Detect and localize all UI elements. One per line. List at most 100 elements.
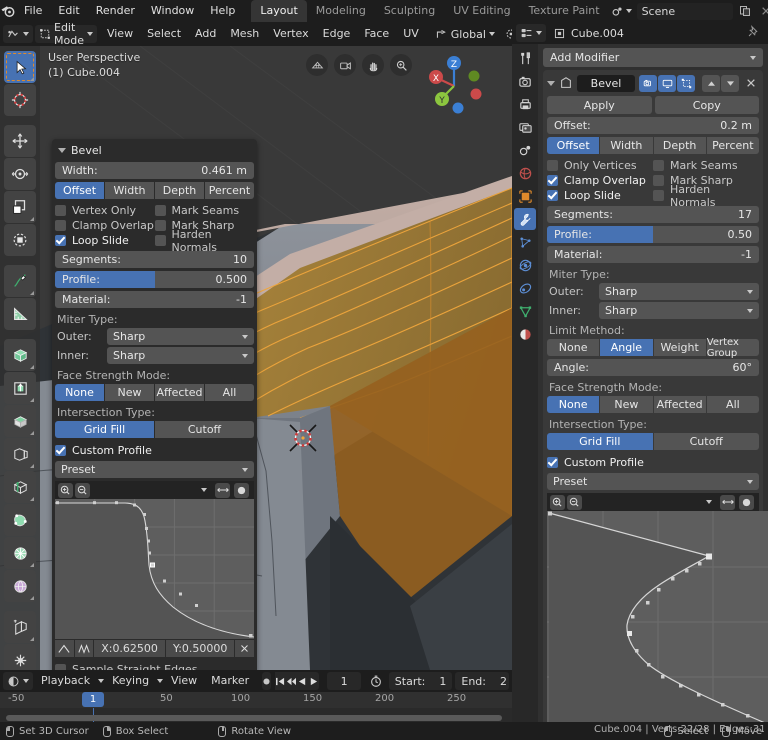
- modifier-material-field[interactable]: Material: -1: [547, 246, 759, 263]
- modifier-checkbox-loop-slide[interactable]: Loop Slide: [547, 188, 653, 203]
- rotate-tool[interactable]: [4, 158, 36, 190]
- modifier-width-type-offset[interactable]: Offset: [547, 137, 600, 154]
- edge-slide-tool[interactable]: [4, 611, 36, 643]
- clipping-icon[interactable]: [234, 482, 249, 498]
- jump-start-icon[interactable]: [275, 672, 287, 690]
- start-frame-field[interactable]: Start: 1: [388, 672, 453, 690]
- scene-tab[interactable]: [514, 139, 536, 161]
- profile-preset-dropdown[interactable]: Preset: [55, 461, 254, 478]
- width-type-percent[interactable]: Percent: [205, 182, 254, 199]
- workspace-tab-layout[interactable]: Layout: [251, 0, 307, 22]
- face-strength-affected[interactable]: Affected: [155, 384, 204, 401]
- modifier-checkbox-only-vertices[interactable]: Only Vertices: [547, 158, 653, 173]
- modifier-width-type-width[interactable]: Width: [600, 137, 653, 154]
- menu-edit[interactable]: Edit: [50, 0, 87, 22]
- timeline-menu-view[interactable]: View: [165, 672, 203, 690]
- operator-panel-title[interactable]: Bevel: [55, 142, 254, 159]
- modifier-width-type-percent[interactable]: Percent: [706, 137, 759, 154]
- menu-file[interactable]: File: [16, 0, 50, 22]
- smooth-tool[interactable]: [4, 570, 36, 602]
- curve-menu-chevron-down-icon[interactable]: [701, 495, 716, 510]
- blender-logo-icon[interactable]: [0, 0, 16, 22]
- triangle-down-icon[interactable]: [547, 80, 555, 86]
- modifier-tab[interactable]: [514, 208, 536, 230]
- measure-tool[interactable]: [4, 298, 36, 330]
- bevel-segments-field[interactable]: Segments: 10: [55, 251, 254, 268]
- menu-help[interactable]: Help: [202, 0, 243, 22]
- modifier-miter-outer-dropdown[interactable]: Sharp: [599, 283, 759, 300]
- apply-button[interactable]: Apply: [547, 96, 652, 114]
- face-strength-all[interactable]: All: [205, 384, 254, 401]
- timeline-scale[interactable]: -50 50 100 150 200 250 1: [0, 692, 512, 708]
- tweak-select-box-tool[interactable]: [4, 51, 36, 83]
- modifier-face-strength-new[interactable]: New: [600, 396, 653, 413]
- width-type-width[interactable]: Width: [105, 182, 154, 199]
- checkbox-harden-normals[interactable]: Harden Normals: [154, 228, 255, 254]
- modifier-name-field[interactable]: Bevel: [577, 74, 635, 92]
- workspace-tab-modeling[interactable]: Modeling: [307, 0, 375, 22]
- play-reverse-icon[interactable]: [297, 672, 309, 690]
- spin-tool[interactable]: [4, 537, 36, 569]
- pin-icon[interactable]: [747, 25, 764, 41]
- timeline-menu-marker[interactable]: Marker: [205, 672, 255, 690]
- width-type-offset[interactable]: Offset: [55, 182, 104, 199]
- curve-point-x-field-left[interactable]: X: 0.62500: [94, 640, 165, 657]
- auto-key-toggle[interactable]: [369, 674, 383, 688]
- poly-build-tool[interactable]: [4, 504, 36, 536]
- timeline-editor-type-selector[interactable]: [3, 672, 33, 690]
- curve-menu-chevron-down-icon[interactable]: [196, 483, 211, 498]
- move-tool[interactable]: [4, 125, 36, 157]
- transform-tool[interactable]: [4, 224, 36, 256]
- render-tab[interactable]: [514, 70, 536, 92]
- modifier-offset-field[interactable]: Offset: 0.2 m: [547, 117, 759, 134]
- delete-modifier-x-icon[interactable]: [743, 78, 759, 88]
- navigation-gizmo[interactable]: Z X Y: [418, 50, 490, 122]
- viewport-canvas[interactable]: User Perspective (1) Cube.004 Z X Y Beve…: [0, 46, 512, 670]
- data-tab[interactable]: [514, 300, 536, 322]
- viewport-menu-vertex[interactable]: Vertex: [267, 25, 314, 43]
- cursor-3d-tool[interactable]: [4, 84, 36, 116]
- editor-type-selector[interactable]: [3, 25, 33, 43]
- zoom-out-icon[interactable]: [567, 494, 582, 510]
- viewport-visibility-toggle[interactable]: [658, 74, 676, 92]
- constraints-tab[interactable]: [514, 277, 536, 299]
- duplicate-icon[interactable]: [736, 3, 754, 20]
- render-visibility-toggle[interactable]: [639, 74, 657, 92]
- physics-tab[interactable]: [514, 254, 536, 276]
- menu-render[interactable]: Render: [88, 0, 143, 22]
- zoom-out-icon[interactable]: [75, 482, 90, 498]
- extrude-region-tool[interactable]: [4, 372, 36, 404]
- viewport-menu-select[interactable]: Select: [141, 25, 187, 43]
- menu-window[interactable]: Window: [143, 0, 202, 22]
- timeline-playhead[interactable]: 1: [82, 692, 104, 707]
- modifier-profile-slider[interactable]: Profile: 0.50: [547, 226, 759, 243]
- properties-breadcrumb[interactable]: Cube.004: [571, 27, 624, 40]
- play-icon[interactable]: [308, 672, 320, 690]
- view-layer-tab[interactable]: [514, 116, 536, 138]
- face-strength-none[interactable]: None: [55, 384, 104, 401]
- handle-auto-icon[interactable]: [74, 640, 94, 657]
- bevel-material-field[interactable]: Material: -1: [55, 291, 254, 308]
- miter-inner-dropdown[interactable]: Sharp: [107, 347, 254, 364]
- limit-method-vertex-group[interactable]: Vertex Group: [706, 337, 759, 359]
- timeline-current-frame-field[interactable]: 1: [327, 672, 361, 690]
- material-tab[interactable]: [514, 323, 536, 345]
- modifier-face-strength-affected[interactable]: Affected: [653, 396, 706, 413]
- scene-close-icon[interactable]: [757, 3, 768, 20]
- scene-browse-dropdown[interactable]: [609, 5, 634, 18]
- add-cube-tool[interactable]: [4, 339, 36, 371]
- modifier-intersection-cutoff[interactable]: Cutoff: [653, 433, 759, 450]
- zoom-magnifier-icon[interactable]: [390, 54, 412, 76]
- handle-vector-icon[interactable]: [55, 640, 74, 657]
- limit-method-none[interactable]: None: [547, 339, 600, 356]
- record-icon[interactable]: [262, 672, 272, 690]
- modifier-checkbox-mark-seams[interactable]: Mark Seams: [653, 158, 759, 173]
- modifier-checkbox-harden-normals[interactable]: Harden Normals: [653, 183, 759, 209]
- checkbox-sample-straight-edges-left[interactable]: Sample Straight Edges: [55, 662, 254, 670]
- viewport-menu-edge[interactable]: Edge: [317, 25, 357, 43]
- hand-pan-icon[interactable]: [362, 54, 384, 76]
- arrows-horizontal-icon[interactable]: [215, 482, 230, 498]
- modifier-segments-field[interactable]: Segments: 17: [547, 206, 759, 223]
- edit-mode-visibility-toggle[interactable]: [677, 74, 695, 92]
- viewport-menu-face[interactable]: Face: [358, 25, 395, 43]
